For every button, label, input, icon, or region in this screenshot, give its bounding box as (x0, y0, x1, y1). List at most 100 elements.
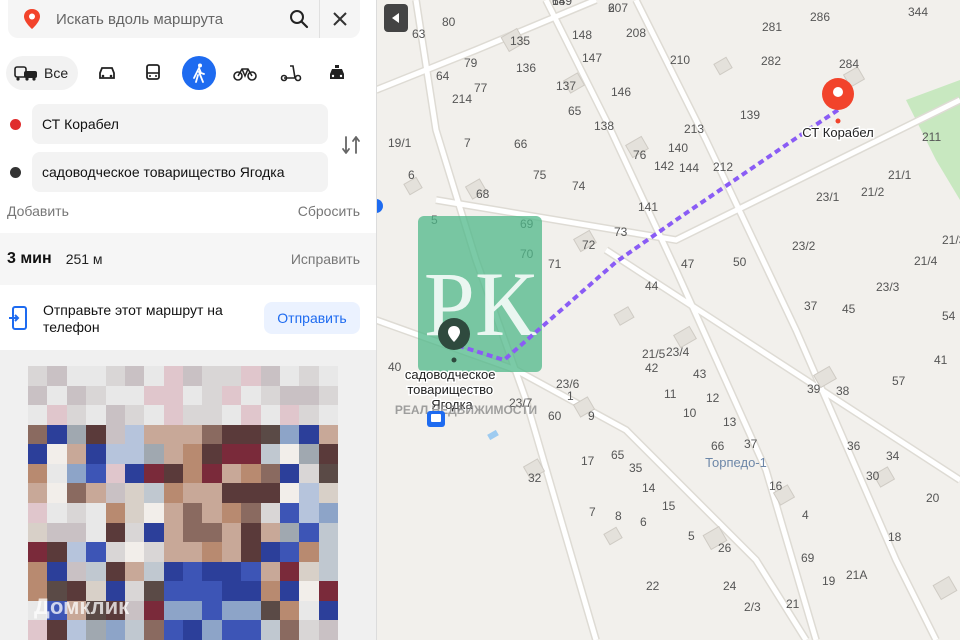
photo-pixel (279, 542, 300, 562)
photo-pixel (144, 463, 164, 484)
route-to-row: садоводческое товарищество Ягодка (0, 152, 376, 192)
photo-pixel (279, 483, 300, 503)
house-number-label: 7 (464, 136, 471, 150)
house-number-label: 39 (807, 382, 821, 396)
photo-pixel (144, 620, 164, 640)
mode-all-button[interactable]: Все (6, 56, 79, 90)
house-number-label: 147 (582, 51, 602, 65)
house-number-label: 23/4 (666, 345, 690, 359)
house-number-label: 6 (408, 168, 415, 182)
photo-pixel (28, 561, 48, 582)
photo-pixel (299, 600, 319, 621)
mode-bike-button[interactable] (228, 56, 262, 90)
photo-pixel (28, 424, 48, 445)
photo-pixel (202, 366, 222, 386)
photo-pixel (47, 483, 67, 503)
house-number-label: 14 (642, 481, 656, 495)
house-number-label: 18 (888, 530, 902, 544)
house-number-label: 43 (693, 367, 707, 381)
photo-pixel (144, 600, 164, 621)
house-number-label: 44 (645, 279, 659, 293)
house-number-label: 32 (528, 471, 542, 485)
mode-bus-button[interactable] (136, 56, 170, 90)
photo-pixel (318, 561, 338, 582)
mode-all-label: Все (44, 65, 69, 81)
search-button[interactable] (279, 0, 319, 38)
map-svg: 149 207 34480 28128663 135 148 20879 136147 210 2… (376, 0, 960, 640)
search-input[interactable] (54, 9, 279, 29)
photo-pixel (163, 483, 183, 503)
house-number-label: 23/2 (792, 239, 816, 253)
house-number-label: 8 (615, 509, 622, 523)
collapse-panel-button[interactable] (384, 4, 408, 32)
phone-icon (9, 306, 27, 330)
photo-pixel (318, 620, 338, 640)
bus-stop-icon[interactable] (427, 411, 445, 427)
house-number-label: 284 (839, 57, 859, 71)
house-number-label: 66 (514, 137, 528, 151)
photo-pixel (163, 502, 183, 523)
route-to-field[interactable]: садоводческое товарищество Ягодка (32, 152, 328, 192)
photo-pixel (299, 620, 319, 640)
photo-pixel (260, 405, 280, 425)
photo-pixel (202, 385, 222, 406)
photo-pixel (221, 444, 242, 464)
photo-pixel (299, 385, 319, 406)
send-button[interactable]: Отправить (264, 302, 360, 334)
photo-pixel (86, 385, 106, 406)
route-from-field[interactable]: СТ Корабел (32, 104, 328, 144)
photo-pixel (28, 542, 48, 562)
house-number-label: 37 (744, 437, 758, 451)
photo-pixel (318, 424, 338, 445)
photo-pixel (318, 542, 338, 562)
reset-route-link[interactable]: Сбросить (298, 203, 360, 219)
house-number-label: 212 (713, 160, 733, 174)
house-number-label: 281 (762, 20, 782, 34)
photo-pixel (86, 502, 106, 523)
route-panel: Все (0, 0, 377, 640)
mode-scooter-button[interactable] (274, 56, 308, 90)
add-point-link[interactable]: Добавить (7, 203, 69, 219)
close-icon (333, 12, 347, 26)
photo-pixel (318, 502, 338, 523)
photo-pixel (124, 620, 145, 640)
close-button[interactable] (320, 0, 360, 38)
house-number-label: 146 (611, 85, 631, 99)
photo-pixel (279, 424, 300, 445)
photo-pixel (260, 522, 280, 543)
photo-pixel (144, 366, 164, 386)
mode-walk-button[interactable] (182, 56, 217, 90)
house-number-label: 214 (452, 92, 472, 106)
photo-pixel (105, 522, 125, 543)
photo-pixel (124, 366, 145, 386)
mode-car-button[interactable] (90, 56, 124, 90)
house-number-label: 23/1 (816, 190, 840, 204)
photo-pixel (47, 620, 67, 640)
route-from-row: СТ Корабел (0, 104, 376, 144)
photo-pixel (318, 522, 338, 543)
map-canvas[interactable]: 149 207 344 80 281 286 63 135 148 208 79 136 147 210 2… (376, 0, 960, 640)
photo-pixel (241, 502, 261, 523)
photo-pixel (144, 424, 164, 445)
photo-pixel (221, 522, 242, 543)
photo-pixel (260, 600, 280, 621)
photo-pixel (241, 600, 261, 621)
fix-route-link[interactable]: Исправить (291, 251, 360, 267)
route-time: 3 мин (7, 250, 52, 267)
photo-pixel (105, 385, 125, 406)
house-number-label: 136 (516, 61, 536, 75)
photo-pixel (221, 600, 242, 621)
house-number-label: 22 (646, 579, 660, 593)
photo-pixel (105, 424, 125, 445)
mode-taxi-button[interactable] (320, 56, 354, 90)
chevron-left-icon (392, 13, 399, 23)
photo-pixel (105, 405, 125, 425)
photo-pixel (202, 463, 222, 484)
photo-pixel (183, 444, 203, 464)
photo-pixel (144, 542, 164, 562)
photo-pixel (202, 542, 222, 562)
swap-route-icon[interactable] (340, 134, 362, 156)
route-summary[interactable]: 3 мин 251 м Исправить (0, 233, 376, 285)
house-number-label: 21/1 (888, 168, 912, 182)
house-number-label: 47 (681, 257, 695, 271)
